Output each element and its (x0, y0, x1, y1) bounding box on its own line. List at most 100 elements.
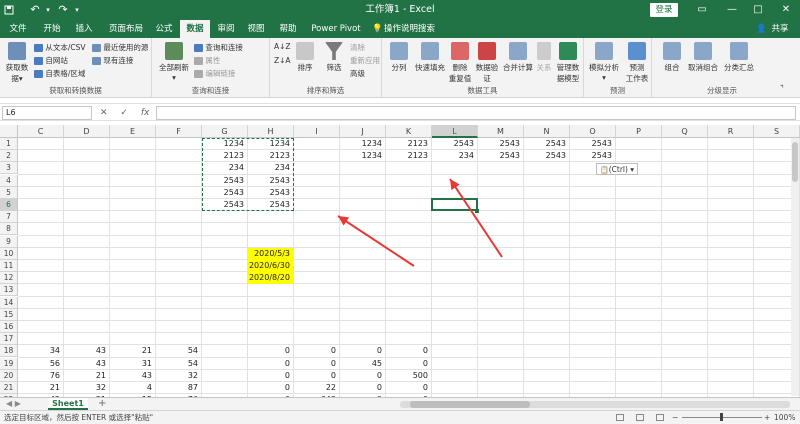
sort-button[interactable]: 排序 (292, 42, 318, 73)
page-layout-view-icon[interactable] (636, 414, 644, 421)
queries-connections-button[interactable]: 查询和连接 (194, 42, 243, 53)
consolidate-button[interactable]: 合并计算 (502, 42, 534, 73)
cell-d19[interactable]: 43 (64, 358, 109, 370)
customize-qat-icon[interactable]: ▾ (72, 0, 82, 20)
group-button[interactable]: 组合 (660, 42, 684, 73)
cell-n1[interactable]: 2543 (524, 138, 569, 150)
cell-i20[interactable]: 0 (294, 370, 339, 382)
save-icon[interactable] (2, 0, 16, 20)
zoom-level[interactable]: 100% (774, 411, 795, 424)
cell-e21[interactable]: 4 (110, 382, 155, 394)
cell-g2[interactable]: 2123 (202, 150, 247, 162)
cell-c18[interactable]: 34 (18, 345, 63, 357)
column-header-d[interactable]: D (64, 125, 110, 138)
column-header-h[interactable]: H (248, 125, 294, 138)
properties-button[interactable]: 属性 (194, 55, 220, 66)
from-text-button[interactable]: 从文本/CSV (34, 42, 86, 53)
cell-g3[interactable]: 234 (202, 162, 247, 174)
scrollbar-thumb[interactable] (410, 401, 530, 408)
column-header-i[interactable]: I (294, 125, 340, 138)
row-header-5[interactable]: 5 (0, 186, 18, 199)
cell-j1[interactable]: 1234 (340, 138, 385, 150)
paste-options-button[interactable]: 📋(Ctrl) ▾ (596, 163, 639, 176)
cell-h19[interactable]: 0 (248, 358, 293, 370)
ungroup-button[interactable]: 取消组合 (686, 42, 720, 73)
dialog-launcher-icon[interactable]: ⌝ (780, 84, 784, 93)
existing-connections-button[interactable]: 现有连接 (92, 55, 133, 66)
active-cell[interactable] (431, 198, 478, 212)
tell-me-search[interactable]: 操作说明搜索 (384, 20, 448, 38)
cell-k18[interactable]: 0 (386, 345, 431, 357)
cell-o1[interactable]: 2543 (570, 138, 615, 150)
login-button[interactable]: 登录 (650, 3, 678, 17)
column-header-l[interactable]: L (432, 125, 478, 138)
row-header-2[interactable]: 2 (0, 150, 18, 163)
column-header-c[interactable]: C (18, 125, 64, 138)
cell-c19[interactable]: 56 (18, 358, 63, 370)
row-header-4[interactable]: 4 (0, 174, 18, 187)
cell-h2[interactable]: 2123 (248, 150, 293, 162)
cell-j19[interactable]: 45 (340, 358, 385, 370)
sheet-nav-icon[interactable]: ◀ ▶ (6, 398, 21, 410)
row-header-8[interactable]: 8 (0, 223, 18, 236)
maximize-icon[interactable]: □ (748, 0, 768, 20)
close-icon[interactable]: ✕ (776, 0, 796, 20)
what-if-button[interactable]: 模拟分析▾ (588, 42, 620, 82)
column-header-g[interactable]: G (202, 125, 248, 138)
row-header-16[interactable]: 16 (0, 321, 18, 333)
cell-l2[interactable]: 234 (432, 150, 477, 162)
row-header-13[interactable]: 13 (0, 284, 18, 297)
tab-view[interactable]: 视图 (242, 20, 270, 38)
row-header-19[interactable]: 19 (0, 357, 18, 370)
column-header-q[interactable]: Q (662, 125, 708, 138)
clear-button[interactable]: 清除 (350, 42, 365, 53)
cell-n2[interactable]: 2543 (524, 150, 569, 162)
zoom-in-icon[interactable]: + (764, 411, 770, 424)
cell-h12[interactable]: 2020/8/20 (248, 272, 293, 285)
cell-g6[interactable]: 2543 (202, 199, 247, 211)
page-break-view-icon[interactable] (656, 414, 664, 421)
zoom-slider-thumb[interactable] (720, 413, 723, 421)
share-button[interactable]: 共享 (768, 20, 792, 38)
cell-h4[interactable]: 2543 (248, 175, 293, 187)
enter-icon[interactable]: ✓ (120, 108, 128, 118)
cell-d21[interactable]: 32 (64, 382, 109, 394)
row-header-11[interactable]: 11 (0, 260, 18, 272)
cell-o2[interactable]: 2543 (570, 150, 615, 162)
add-sheet-button[interactable]: + (98, 398, 106, 410)
flash-fill-button[interactable]: 快速填充 (414, 42, 446, 73)
formula-input[interactable] (156, 106, 796, 120)
cell-j18[interactable]: 0 (340, 345, 385, 357)
tab-home[interactable]: 开始 (38, 20, 66, 38)
zoom-out-icon[interactable]: − (672, 411, 678, 424)
undo-icon[interactable]: ↶ (28, 0, 42, 20)
tab-page-layout[interactable]: 页面布局 (104, 20, 148, 38)
cell-l1[interactable]: 2543 (432, 138, 477, 150)
tab-file[interactable]: 文件 (4, 20, 32, 38)
reapply-button[interactable]: 重新应用 (350, 55, 380, 66)
row-header-14[interactable]: 14 (0, 296, 18, 309)
cell-j2[interactable]: 1234 (340, 150, 385, 162)
advanced-button[interactable]: 高级 (350, 68, 365, 79)
cell-h18[interactable]: 0 (248, 345, 293, 357)
cell-h20[interactable]: 0 (248, 370, 293, 382)
tab-data[interactable]: 数据 (180, 20, 210, 38)
row-header-6[interactable]: 6 (0, 199, 18, 211)
cell-c21[interactable]: 21 (18, 382, 63, 394)
text-to-columns-button[interactable]: 分列 (388, 42, 410, 73)
data-model-button[interactable]: 管理数 据模型 (554, 42, 582, 84)
column-header-f[interactable]: F (156, 125, 202, 138)
row-header-3[interactable]: 3 (0, 162, 18, 175)
tab-help[interactable]: 帮助 (274, 20, 302, 38)
cell-h10[interactable]: 2020/5/3 (248, 247, 293, 260)
cell-e20[interactable]: 43 (110, 370, 155, 382)
from-table-button[interactable]: 自表格/区域 (34, 68, 85, 79)
redo-icon[interactable]: ↷ (56, 0, 70, 20)
cell-g4[interactable]: 2543 (202, 175, 247, 187)
row-header-20[interactable]: 20 (0, 369, 18, 382)
cell-h5[interactable]: 2543 (248, 187, 293, 199)
cell-h21[interactable]: 0 (248, 382, 293, 394)
cell-k19[interactable]: 0 (386, 358, 431, 370)
select-all-corner[interactable] (0, 125, 18, 138)
row-header-17[interactable]: 17 (0, 333, 18, 346)
